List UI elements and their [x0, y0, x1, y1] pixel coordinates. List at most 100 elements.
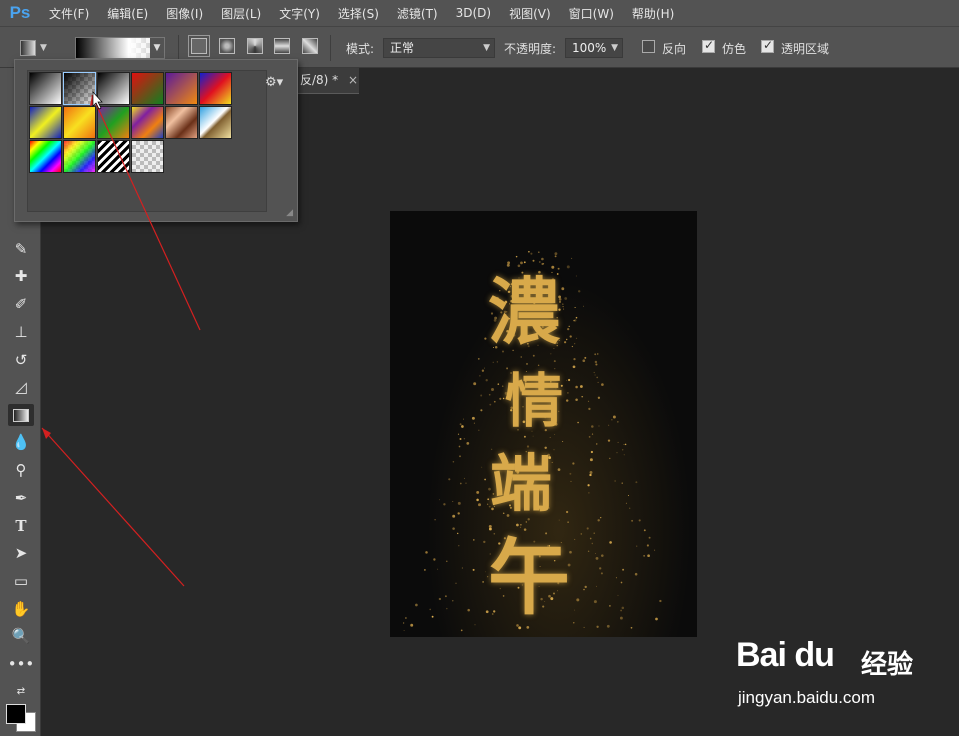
dust-particle: [573, 622, 575, 624]
dust-particle: [593, 371, 595, 374]
menu-file[interactable]: 文件(F): [40, 5, 98, 22]
pen-icon[interactable]: ✒: [8, 487, 34, 509]
gear-icon[interactable]: ⚙▾: [265, 75, 283, 90]
eyedropper-icon[interactable]: ✎: [8, 238, 34, 260]
dust-particle: [607, 439, 611, 442]
dust-particle: [564, 297, 568, 300]
transparency-checkbox[interactable]: [761, 38, 774, 53]
dust-particle: [438, 597, 442, 601]
dust-particle: [576, 598, 580, 602]
dust-particle: [570, 480, 572, 482]
dust-particle: [561, 287, 565, 291]
gradient-preset-copper[interactable]: [165, 106, 198, 139]
menu-edit[interactable]: 编辑(E): [98, 5, 157, 22]
dust-particle: [569, 335, 572, 338]
gradient-preset-black-white[interactable]: [97, 72, 130, 105]
document-tab[interactable]: 反/8) * ×: [296, 68, 359, 94]
dither-checkbox[interactable]: [702, 38, 715, 53]
gradient-preset-transparent-rainbow[interactable]: [63, 140, 96, 173]
gradient-preset-red-green[interactable]: [131, 72, 164, 105]
hand-icon[interactable]: ✋: [8, 598, 34, 620]
zoom-icon[interactable]: 🔍: [8, 625, 34, 647]
dust-particle: [472, 568, 475, 571]
dust-particle: [459, 482, 462, 485]
history-brush-icon[interactable]: ↺: [8, 349, 34, 371]
dust-particle: [415, 603, 418, 607]
dust-particle: [588, 492, 590, 494]
gradient-preset-violet-orange[interactable]: [165, 72, 198, 105]
chevron-down-icon[interactable]: ▼: [150, 38, 164, 58]
rectangle-shape-icon[interactable]: ▭: [8, 570, 34, 592]
dust-particle: [580, 533, 583, 535]
diamond-gradient-button[interactable]: [302, 38, 318, 54]
more-tools-icon[interactable]: •••: [8, 653, 35, 675]
gradient-preset-orange-yellow-orange[interactable]: [63, 106, 96, 139]
gradient-preset-neutral-density[interactable]: [131, 140, 164, 173]
reverse-checkbox[interactable]: [642, 40, 655, 53]
dust-particle: [623, 454, 625, 456]
foreground-color-swatch[interactable]: [6, 704, 26, 724]
gradient-preset-transparent-stripes[interactable]: [97, 140, 130, 173]
gradient-preset-violet-green-orange[interactable]: [97, 106, 130, 139]
watermark-url: jingyan.baidu.com: [738, 688, 876, 707]
dust-particle: [595, 585, 597, 587]
angle-gradient-button[interactable]: [247, 38, 263, 54]
menu-help[interactable]: 帮助(H): [623, 5, 683, 22]
swap-colors-icon[interactable]: ⇄: [8, 680, 34, 702]
gradient-icon: [13, 408, 29, 422]
dust-particle: [587, 550, 590, 552]
dust-particle: [488, 393, 491, 396]
healing-brush-icon[interactable]: ✚: [8, 265, 34, 287]
menu-filter[interactable]: 滤镜(T): [388, 5, 447, 22]
gradient-preset-blue-yellow-blue[interactable]: [29, 106, 62, 139]
baidu-watermark: Bai du 经验 jingyan.baidu.com: [736, 632, 956, 712]
gradient-preset-yellow-violet-orange-blue[interactable]: [131, 106, 164, 139]
close-icon[interactable]: ×: [348, 73, 358, 87]
gradient-preset-picker: ⚙▾ ◢: [14, 59, 298, 222]
dust-particle: [659, 599, 662, 603]
gradient-preset-chrome[interactable]: [199, 106, 232, 139]
dodge-icon[interactable]: ⚲: [8, 459, 34, 481]
menu-type[interactable]: 文字(Y): [270, 5, 329, 22]
opacity-field[interactable]: 100% ▼: [565, 38, 623, 58]
brush-icon[interactable]: ✐: [8, 293, 34, 315]
dust-particle: [568, 325, 570, 328]
dust-particle: [593, 600, 597, 604]
dust-particle: [452, 460, 455, 463]
eraser-icon[interactable]: ◿: [8, 376, 34, 398]
dust-particle: [437, 568, 439, 570]
type-icon[interactable]: T: [8, 515, 34, 537]
menu-layer[interactable]: 图层(L): [212, 5, 270, 22]
dust-particle: [477, 358, 480, 360]
dust-particle: [587, 484, 590, 487]
dust-particle: [589, 471, 593, 474]
mode-dropdown[interactable]: 正常 ▼: [383, 38, 495, 58]
menu-select[interactable]: 选择(S): [329, 5, 388, 22]
gradient-editor-swatch[interactable]: ▼: [75, 37, 165, 59]
path-selection-icon[interactable]: ➤: [8, 542, 34, 564]
gradient-preset-foreground-to-background[interactable]: [29, 72, 62, 105]
gradient-preset-blue-red-yellow[interactable]: [199, 72, 232, 105]
tool-preset-picker[interactable]: ▼: [20, 37, 50, 59]
menu-window[interactable]: 窗口(W): [560, 5, 623, 22]
reflected-gradient-button[interactable]: [274, 38, 290, 54]
linear-gradient-button[interactable]: [188, 35, 210, 57]
dust-particle: [594, 374, 596, 376]
dust-particle: [617, 594, 619, 596]
blur-icon[interactable]: 💧: [8, 431, 34, 453]
menu-3d[interactable]: 3D(D): [447, 6, 500, 20]
dust-particle: [471, 416, 475, 420]
dust-particle: [424, 569, 426, 571]
annotation-arrow-tool: [41, 427, 185, 587]
clone-stamp-icon[interactable]: ⊥: [8, 321, 34, 343]
dust-particle: [481, 369, 485, 372]
gradient-preset-spectrum[interactable]: [29, 140, 62, 173]
menu-view[interactable]: 视图(V): [500, 5, 560, 22]
radial-gradient-button[interactable]: [219, 38, 235, 54]
gradient-tool-button[interactable]: [8, 404, 34, 426]
resize-grip-icon[interactable]: ◢: [286, 208, 293, 218]
dust-particle: [587, 400, 590, 402]
menu-image[interactable]: 图像(I): [157, 5, 212, 22]
gradient-preset-foreground-to-transparent[interactable]: [63, 72, 96, 105]
document-canvas[interactable]: 濃 情 端 午: [390, 211, 697, 637]
